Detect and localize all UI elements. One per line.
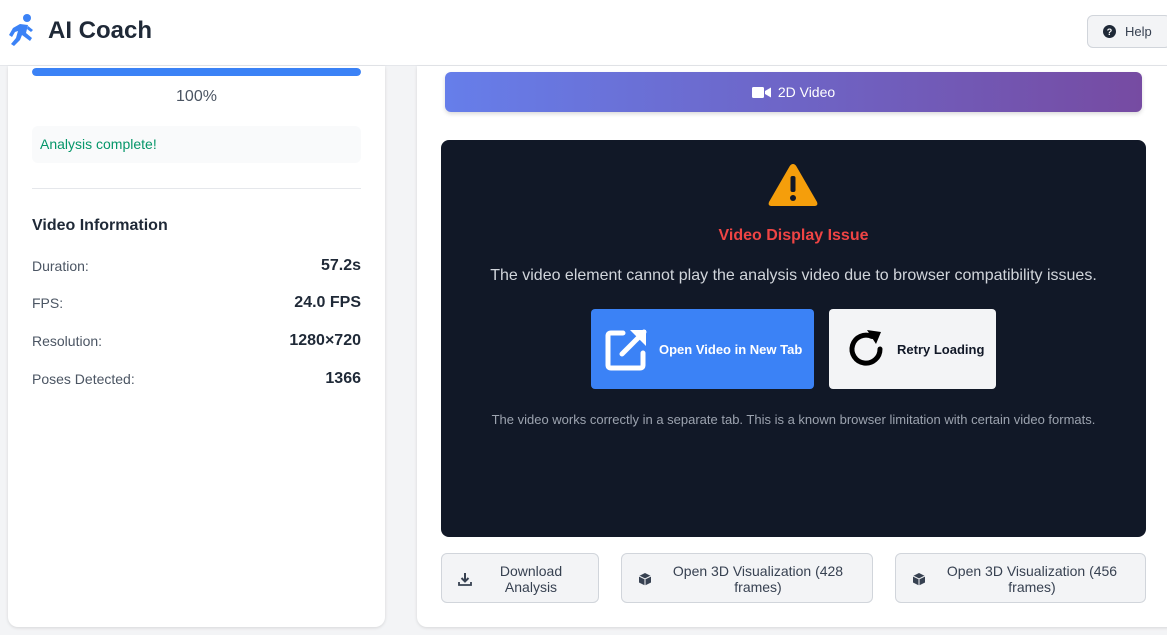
video-issue-message: The video element cannot play the analys… <box>490 267 1097 284</box>
divider <box>32 188 361 189</box>
app-title: AI Coach <box>48 17 153 44</box>
info-label: Poses Detected: <box>32 371 135 387</box>
progress-bar <box>32 68 361 76</box>
info-label: FPS: <box>32 295 64 311</box>
help-button[interactable]: ? Help <box>1087 15 1167 48</box>
progress-bar-fill <box>32 68 361 76</box>
app-header: AI Coach ? Help <box>0 0 1167 66</box>
help-button-label: Help <box>1125 24 1152 39</box>
tab-2d-video[interactable]: 2D Video <box>445 72 1142 112</box>
analysis-sidebar: 100% Analysis complete! Video Informatio… <box>8 66 385 627</box>
video-issue-title: Video Display Issue <box>718 227 869 244</box>
info-row-duration: Duration: 57.2s <box>32 257 361 275</box>
open-3d-visualization-456-button[interactable]: Open 3D Visualization (456 frames) <box>895 553 1146 603</box>
cube-icon <box>638 573 652 586</box>
question-circle-icon: ? <box>1103 25 1116 38</box>
action-label: Open 3D Visualization (456 frames) <box>946 563 1118 595</box>
status-message: Analysis complete! <box>32 126 361 163</box>
video-error-panel: Video Display Issue The video element ca… <box>441 140 1146 537</box>
info-row-poses: Poses Detected: 1366 <box>32 370 361 388</box>
refresh-icon <box>849 330 883 366</box>
info-value: 57.2s <box>320 257 361 274</box>
video-camera-icon <box>751 86 771 98</box>
progress-percent-label: 100% <box>176 88 217 105</box>
info-value: 1366 <box>325 370 361 387</box>
info-row-resolution: Resolution: 1280×720 <box>32 332 361 350</box>
cube-icon <box>912 573 926 586</box>
info-value: 24.0 FPS <box>294 294 361 311</box>
retry-label: Retry Loading <box>897 341 985 357</box>
info-label: Resolution: <box>32 333 103 349</box>
info-value: 1280×720 <box>289 332 361 349</box>
video-info-title: Video Information <box>32 217 168 234</box>
retry-loading-button[interactable]: Retry Loading <box>829 309 996 389</box>
running-person-icon <box>9 14 33 46</box>
video-note: The video works correctly in a separate … <box>491 412 1096 427</box>
open-video-label: Open Video in New Tab <box>659 341 803 357</box>
download-icon <box>458 573 472 586</box>
info-label: Duration: <box>32 258 89 274</box>
tab-label: 2D Video <box>777 84 836 100</box>
warning-triangle-icon <box>768 164 818 206</box>
download-analysis-button[interactable]: Download Analysis <box>441 553 599 603</box>
action-label: Download Analysis <box>499 563 563 595</box>
external-link-icon <box>605 329 647 371</box>
open-video-new-tab-button[interactable]: Open Video in New Tab <box>591 309 814 389</box>
open-3d-visualization-428-button[interactable]: Open 3D Visualization (428 frames) <box>621 553 873 603</box>
video-panel: 2D Video Video Display Issue The video e… <box>417 66 1167 627</box>
info-row-fps: FPS: 24.0 FPS <box>32 294 361 312</box>
action-label: Open 3D Visualization (428 frames) <box>672 563 844 595</box>
